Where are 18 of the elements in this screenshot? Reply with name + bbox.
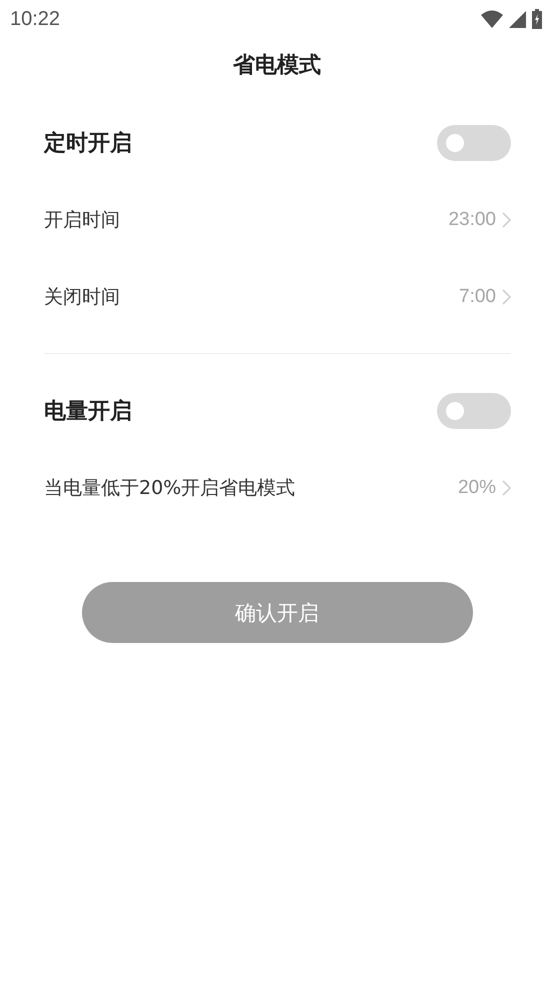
- setting-label: 当电量低于20%开启省电模式: [44, 476, 296, 500]
- page-title: 省电模式: [232, 52, 322, 80]
- status-time: 10:22: [10, 8, 60, 30]
- setting-value[interactable]: 20%: [458, 476, 496, 498]
- chevron-right-icon: [502, 212, 511, 228]
- setting-label: 开启时间: [44, 208, 120, 232]
- signal-icon: [509, 10, 526, 28]
- chevron-right-icon: [502, 288, 511, 304]
- chevron-right-icon: [502, 480, 511, 496]
- section-title: 定时开启: [44, 130, 132, 158]
- setting-value[interactable]: 7:00: [459, 286, 496, 308]
- battery-icon: [532, 9, 542, 29]
- setting-label: 关闭时间: [44, 284, 120, 310]
- wifi-icon: [481, 10, 503, 28]
- setting-value[interactable]: 23:00: [448, 208, 496, 230]
- toggle-switch[interactable]: [437, 392, 511, 428]
- toggle-switch[interactable]: [437, 124, 511, 160]
- section-title: 电量开启: [44, 398, 132, 426]
